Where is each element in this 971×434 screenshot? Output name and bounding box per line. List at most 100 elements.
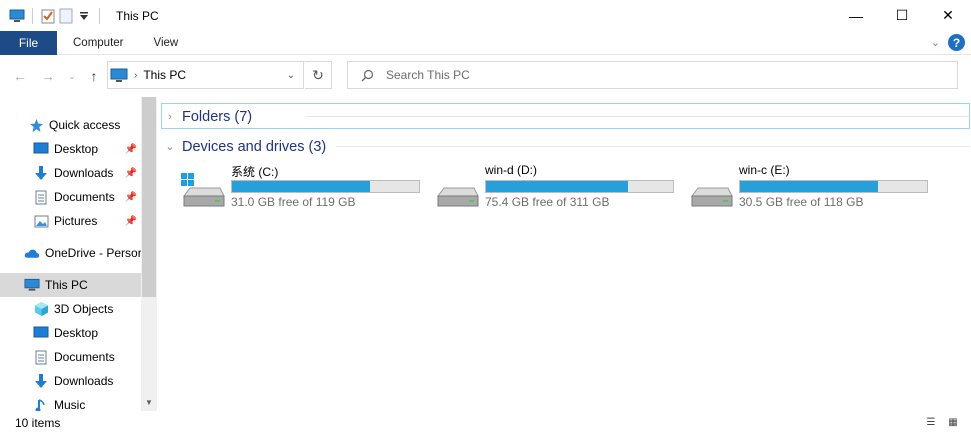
address-history-icon[interactable]: ⌄ — [279, 62, 303, 88]
drive-item-c[interactable]: 系统 (C:) 31.0 GB free of 119 GB — [180, 162, 430, 210]
large-icons-view-icon[interactable]: ▦ — [945, 415, 961, 429]
drive-usage-bar — [485, 180, 674, 193]
documents-icon — [33, 189, 49, 205]
sidebar-item-this-pc[interactable]: This PC — [0, 273, 141, 297]
forward-arrow-icon[interactable]: → — [39, 67, 57, 85]
ribbon-right: ⌄ ? — [931, 34, 965, 51]
sidebar-item-label: Desktop — [54, 142, 99, 156]
new-folder-icon[interactable] — [57, 7, 75, 25]
drive-item-d[interactable]: win-d (D:) 75.4 GB free of 311 GB — [434, 162, 684, 210]
sidebar-item-documents-pc[interactable]: Documents — [0, 345, 141, 369]
search-box[interactable]: Search This PC — [347, 61, 958, 89]
sidebar-item-downloads-pc[interactable]: Downloads — [0, 369, 141, 393]
sidebar-item-quick-access[interactable]: Quick access — [0, 113, 141, 137]
this-pc-icon — [24, 277, 40, 293]
scrollbar-thumb[interactable] — [142, 97, 156, 297]
sidebar-item-label: 3D Objects — [54, 302, 114, 316]
window-controls: — ☐ ✕ — [833, 0, 971, 31]
pin-icon: 📌 — [124, 191, 137, 203]
sidebar-item-label: Downloads — [54, 166, 114, 180]
pin-icon: 📌 — [124, 167, 137, 179]
sidebar-item-label: Downloads — [54, 374, 114, 388]
folders-group-label: Folders (7) — [182, 108, 253, 125]
sidebar-item-desktop[interactable]: Desktop 📌 — [0, 137, 141, 161]
sidebar-item-label: Documents — [54, 350, 115, 364]
expand-ribbon-icon[interactable]: ⌄ — [931, 36, 940, 49]
sidebar-item-label: Music — [54, 398, 86, 411]
sidebar-item-downloads[interactable]: Downloads 📌 — [0, 161, 141, 185]
drive-free-space: 30.5 GB free of 118 GB — [739, 195, 864, 209]
drive-usage-bar — [231, 180, 420, 193]
sidebar-item-music[interactable]: Music — [0, 393, 141, 411]
breadcrumb-this-pc[interactable]: This PC — [143, 68, 186, 82]
refresh-button[interactable]: ↻ — [305, 61, 332, 89]
this-pc-icon — [110, 68, 128, 83]
maximize-button[interactable]: ☐ — [879, 0, 925, 31]
sidebar-item-label: Documents — [54, 190, 115, 204]
onedrive-icon — [24, 245, 40, 261]
navigation-bar: ← → ⌄ ↑ › This PC ⌄ ↻ Search This PC — [0, 59, 971, 91]
details-view-icon[interactable]: ☰ — [923, 415, 939, 429]
drive-name: 系统 (C:) — [231, 165, 279, 179]
chevron-right-icon[interactable]: › — [161, 111, 179, 123]
chevron-down-icon[interactable]: ⌄ — [161, 140, 179, 153]
drive-usage-fill — [740, 181, 879, 192]
scroll-down-icon[interactable]: ▼ — [141, 395, 157, 409]
quick-access-toolbar — [8, 7, 106, 25]
downloads-icon — [33, 373, 49, 389]
drive-name: win-d (D:) — [485, 163, 538, 177]
tab-computer[interactable]: Computer — [59, 31, 138, 55]
drive-usage-fill — [486, 181, 629, 192]
back-arrow-icon[interactable]: ← — [11, 67, 29, 85]
toolbar-divider — [32, 7, 33, 24]
title-bar: This PC — ☐ ✕ — [0, 0, 971, 31]
sidebar-item-label: Quick access — [49, 118, 121, 132]
tab-file[interactable]: File — [0, 30, 57, 55]
customize-toolbar-icon[interactable] — [75, 7, 93, 25]
folders-group-header[interactable]: › Folders (7) — [161, 104, 970, 129]
drive-free-space: 75.4 GB free of 311 GB — [485, 195, 610, 209]
pin-icon: 📌 — [124, 215, 137, 227]
group-divider — [336, 146, 970, 147]
desktop-icon — [33, 325, 49, 341]
drive-usage-fill — [232, 181, 371, 192]
up-arrow-icon[interactable]: ↑ — [85, 67, 103, 85]
properties-icon[interactable] — [39, 7, 57, 25]
minimize-button[interactable]: — — [833, 0, 879, 31]
help-icon[interactable]: ? — [948, 34, 965, 51]
drive-name: win-c (E:) — [739, 163, 790, 177]
devices-group-header[interactable]: ⌄ Devices and drives (3) — [161, 134, 970, 159]
navigation-pane-scrollbar[interactable]: ▲ ▼ — [141, 97, 157, 411]
3d-objects-icon — [33, 301, 49, 317]
view-toggle: ☰ ▦ — [923, 415, 961, 429]
close-button[interactable]: ✕ — [925, 0, 971, 31]
music-icon — [33, 397, 49, 411]
sidebar-item-documents[interactable]: Documents 📌 — [0, 185, 141, 209]
system-drive-icon — [181, 173, 225, 207]
drive-item-e[interactable]: win-c (E:) 30.5 GB free of 118 GB — [688, 162, 938, 210]
navigation-pane: Quick access Desktop 📌 Downloads 📌 Docum… — [0, 97, 157, 411]
window-title: This PC — [116, 8, 159, 23]
sidebar-item-3d-objects[interactable]: 3D Objects — [0, 297, 141, 321]
group-divider — [306, 116, 970, 117]
sidebar-item-onedrive[interactable]: OneDrive - Persor — [0, 241, 142, 265]
sidebar-item-label: Desktop — [54, 326, 99, 340]
address-bar[interactable]: › This PC ⌄ — [107, 61, 304, 89]
pin-icon: 📌 — [124, 143, 137, 155]
sidebar-item-pictures[interactable]: Pictures 📌 — [0, 209, 141, 233]
devices-group-label: Devices and drives (3) — [182, 138, 327, 155]
this-pc-icon — [8, 7, 26, 25]
breadcrumb-separator-icon: › — [134, 69, 138, 81]
drive-icon — [691, 187, 733, 207]
tab-view[interactable]: View — [140, 31, 193, 55]
sidebar-item-desktop-pc[interactable]: Desktop — [0, 321, 141, 345]
documents-icon — [33, 349, 49, 365]
search-icon — [361, 69, 374, 82]
sidebar-item-label: This PC — [45, 278, 88, 292]
recent-locations-icon[interactable]: ⌄ — [63, 67, 81, 85]
drive-free-space: 31.0 GB free of 119 GB — [231, 195, 356, 209]
downloads-icon — [33, 165, 49, 181]
status-bar: 10 items ☰ ▦ — [0, 411, 971, 434]
item-count: 10 items — [15, 415, 61, 430]
desktop-icon — [33, 141, 49, 157]
